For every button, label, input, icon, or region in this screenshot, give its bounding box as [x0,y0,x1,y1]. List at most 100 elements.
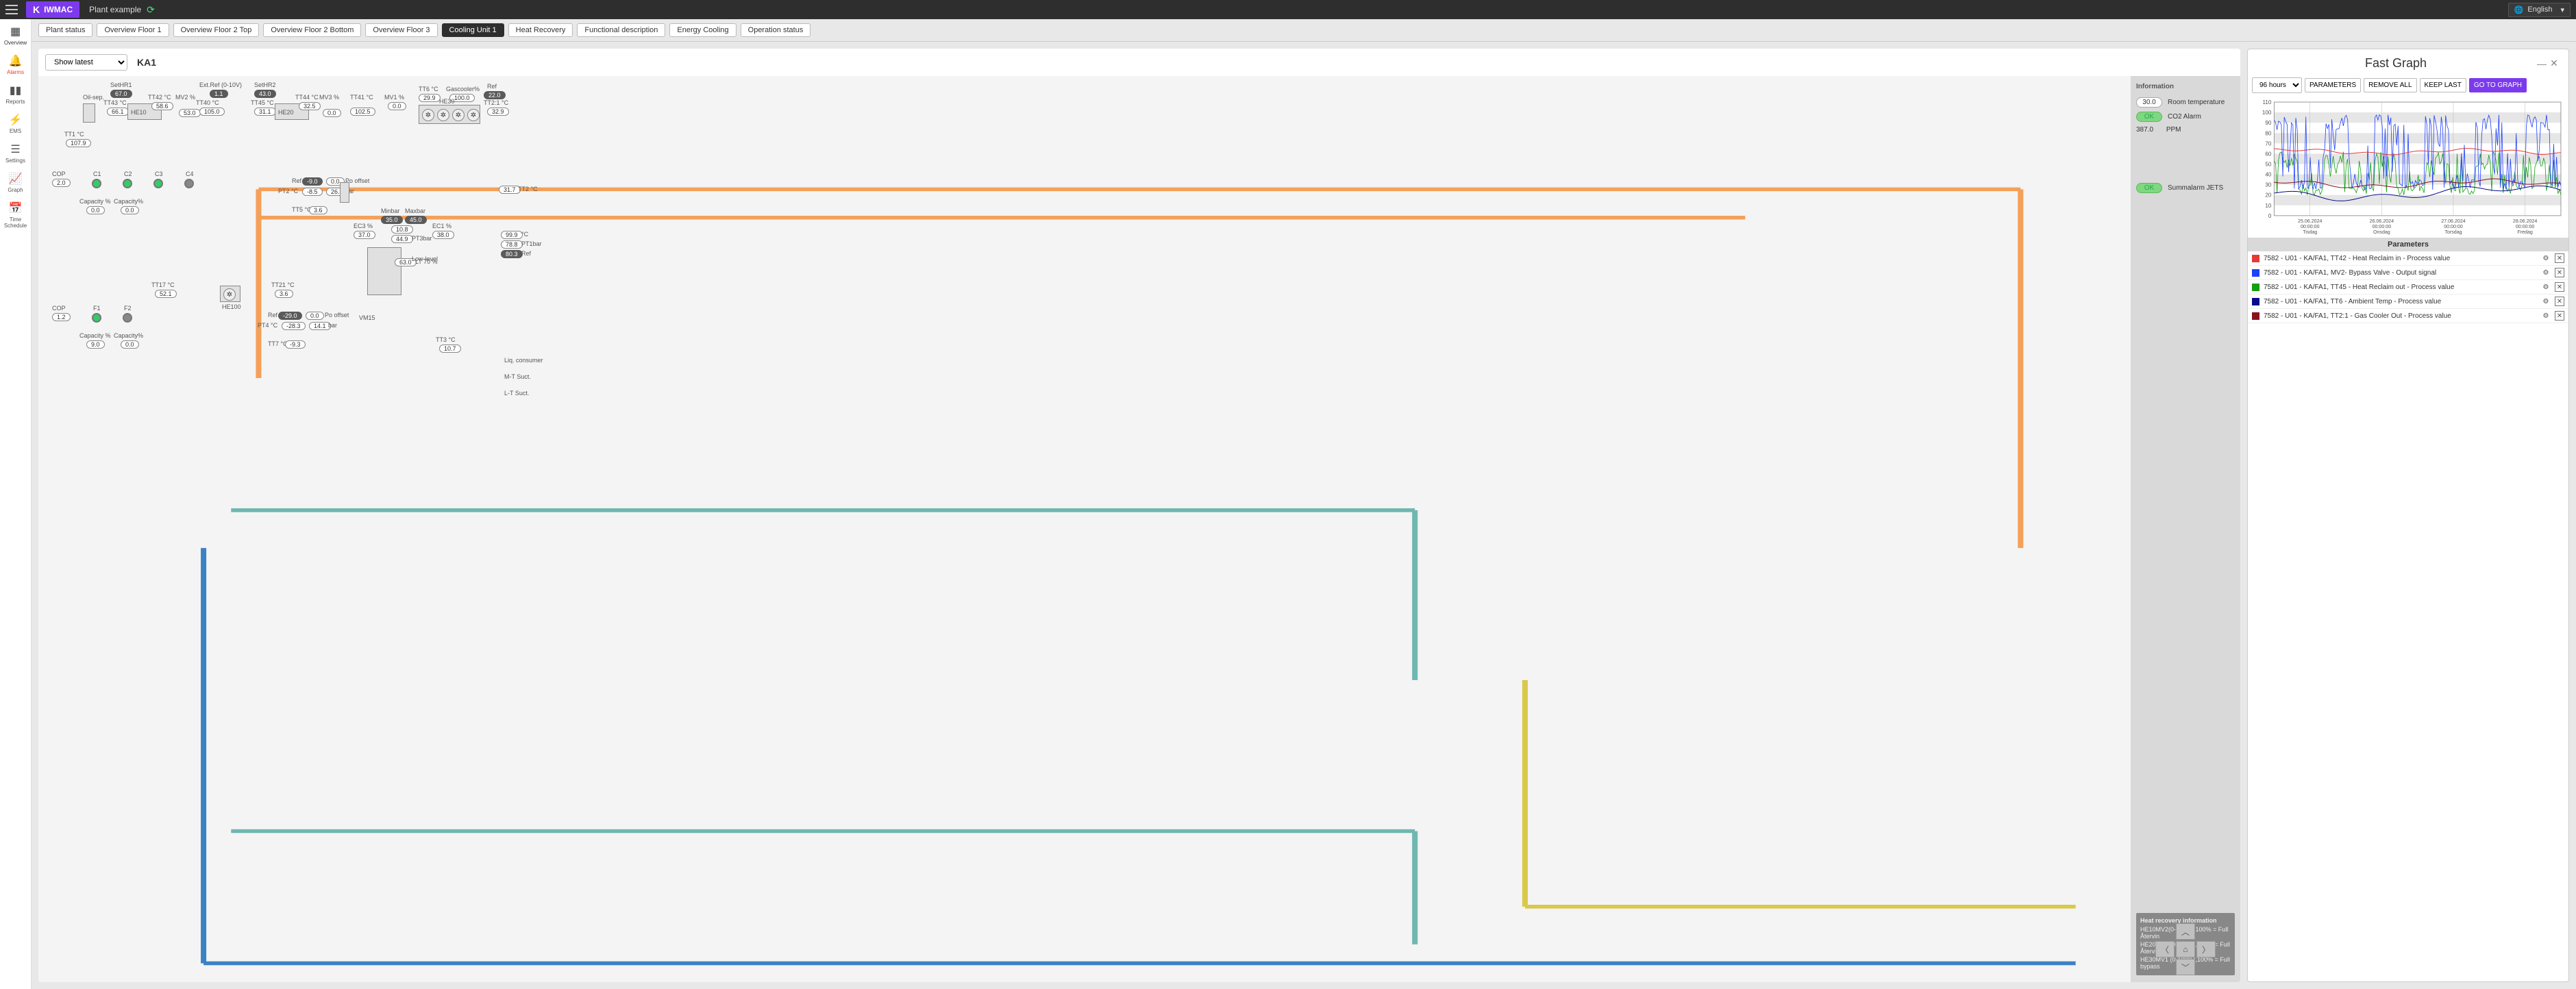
sidebar-item-settings[interactable]: ☰Settings [5,142,25,164]
diagram-panel: Show latest KA1 Oil-sep.SetHR167.0TT43 °… [38,49,2240,982]
value-badge: 29.9 [419,94,441,102]
sidebar-item-reports[interactable]: ▮▮Reports [5,84,25,105]
status-dot [92,313,101,323]
svg-text:30: 30 [2265,182,2272,188]
room-temp-label: Room temperature [2168,99,2225,106]
remove-icon[interactable]: ✕ [2555,253,2564,263]
nav-up[interactable]: ︿ [2176,923,2195,940]
remove-icon[interactable]: ✕ [2555,282,2564,292]
status-dot [184,179,194,188]
tab-bar: Plant status Overview Floor 1 Overview Flo… [32,19,2576,42]
svg-text:00:00:00: 00:00:00 [2516,225,2535,229]
diagram-label: TT6 °C [419,86,438,92]
diagram-label: HE30 [439,98,455,105]
tab-heat-recovery[interactable]: Heat Recovery [508,23,573,37]
svg-text:28.06.2024: 28.06.2024 [2513,219,2537,224]
remove-all-button[interactable]: REMOVE ALL [2364,78,2416,92]
diagram-label: Ref [487,83,497,90]
chart-icon: ▮▮ [10,84,22,97]
status-dot [92,179,101,188]
sidebar-item-overview[interactable]: ▦Overview [4,25,27,46]
param-row: 7582 - U01 - KA/FA1, TT2:1 - Gas Cooler … [2248,309,2568,323]
diagram-label: TT17 °C [151,281,175,288]
tab-cooling-unit-1[interactable]: Cooling Unit 1 [442,23,504,37]
param-label: 7582 - U01 - KA/FA1, TT2:1 - Gas Cooler … [2264,312,2537,320]
color-swatch [2252,312,2259,320]
diagram-label: PT1bar [521,240,542,247]
diagram-label: bar [328,322,337,329]
nav-home[interactable]: ⌂ [2176,941,2195,957]
diagram-label: F1 [93,305,101,312]
ppm-value: 387.0 [2136,126,2153,134]
fast-graph-chart[interactable]: 010203040506070809010011025.06.202400:00… [2248,97,2568,238]
tab-energy-cooling[interactable]: Energy Cooling [669,23,736,37]
tab-overview-floor-2-top[interactable]: Overview Floor 2 Top [173,23,260,37]
time-range-select[interactable]: 96 hours [2252,77,2302,93]
diagram-label: TT45 °C [251,99,274,106]
value-badge: 1.1 [210,90,228,98]
process-diagram[interactable]: Oil-sep.SetHR167.0TT43 °C66.1HE10TT42 °C… [38,76,2131,982]
parameters-button[interactable]: PARAMETERS [2305,78,2361,92]
diagram-label: TT40 °C [196,99,219,106]
gear-icon[interactable]: ⚙ [2541,282,2551,292]
minimize-icon[interactable]: — [2536,58,2548,69]
param-label: 7582 - U01 - KA/FA1, TT42 - Heat Reclaim… [2264,255,2537,262]
tab-overview-floor-2-bottom[interactable]: Overview Floor 2 Bottom [263,23,361,37]
gear-icon[interactable]: ⚙ [2541,311,2551,321]
svg-text:90: 90 [2265,120,2272,126]
value-badge: 0.0 [306,312,324,320]
remove-icon[interactable]: ✕ [2555,297,2564,306]
svg-text:Tisdag: Tisdag [2303,230,2317,235]
refresh-icon[interactable]: ⟳ [147,4,155,16]
language-select[interactable]: English [2508,3,2571,17]
keep-last-button[interactable]: KEEP LAST [2420,78,2466,92]
tab-plant-status[interactable]: Plant status [38,23,92,37]
ppm-unit: PPM [2166,126,2181,134]
value-badge: -29.0 [278,312,302,320]
value-badge: 32.9 [487,108,509,116]
svg-text:50: 50 [2265,162,2272,168]
menu-icon[interactable] [5,5,18,14]
sidebar-item-graph[interactable]: 📈Graph [8,172,23,193]
sidebar-item-alarms[interactable]: 🔔Alarms [7,54,24,75]
sidebar-item-time-schedule[interactable]: 📅Time Schedule [0,201,31,229]
remove-icon[interactable]: ✕ [2555,311,2564,321]
fan-icon: ✲ [223,288,236,301]
diagram-label: Ref [521,250,531,257]
diagram-label: Ref [292,177,301,184]
svg-text:00:00:00: 00:00:00 [2444,225,2463,229]
color-swatch [2252,255,2259,262]
svg-text:Fredag: Fredag [2517,230,2533,235]
tab-overview-floor-3[interactable]: Overview Floor 3 [365,23,437,37]
tab-operation-status[interactable]: Operation status [741,23,811,37]
svg-text:26.06.2024: 26.06.2024 [2370,219,2394,224]
gear-icon[interactable]: ⚙ [2541,253,2551,263]
tab-overview-floor-1[interactable]: Overview Floor 1 [97,23,169,37]
param-label: 7582 - U01 - KA/FA1, MV2- Bypass Valve -… [2264,269,2537,277]
diagram-label: MV2 % [175,94,195,101]
svg-text:25.06.2024: 25.06.2024 [2298,219,2322,224]
nav-down[interactable]: ﹀ [2176,959,2195,975]
param-row: 7582 - U01 - KA/FA1, TT42 - Heat Reclaim… [2248,251,2568,266]
value-badge: 10.8 [391,225,413,234]
value-badge: 38.0 [432,231,454,239]
value-badge: 0.0 [323,109,341,117]
svg-text:60: 60 [2265,151,2272,157]
diagram-label: Ext.Ref (0-10V) [199,82,242,88]
param-label: 7582 - U01 - KA/FA1, TT45 - Heat Reclaim… [2264,284,2537,291]
nav-right[interactable]: 〉 [2196,941,2216,957]
show-latest-select[interactable]: Show latest [45,54,127,71]
diagram-label: Capacity % [79,332,111,339]
language-label: English [2527,5,2552,14]
diagram-label: Ref [268,312,277,318]
go-to-graph-button[interactable]: GO TO GRAPH [2469,78,2527,92]
close-icon[interactable]: ✕ [2548,58,2560,69]
gear-icon[interactable]: ⚙ [2541,297,2551,306]
gear-icon[interactable]: ⚙ [2541,268,2551,277]
tab-functional-description[interactable]: Functional description [577,23,665,37]
status-dot [153,179,163,188]
diagram-label: C3 [155,171,163,177]
remove-icon[interactable]: ✕ [2555,268,2564,277]
nav-left[interactable]: 〈 [2155,941,2175,957]
sidebar-item-ems[interactable]: ⚡EMS [9,113,23,134]
